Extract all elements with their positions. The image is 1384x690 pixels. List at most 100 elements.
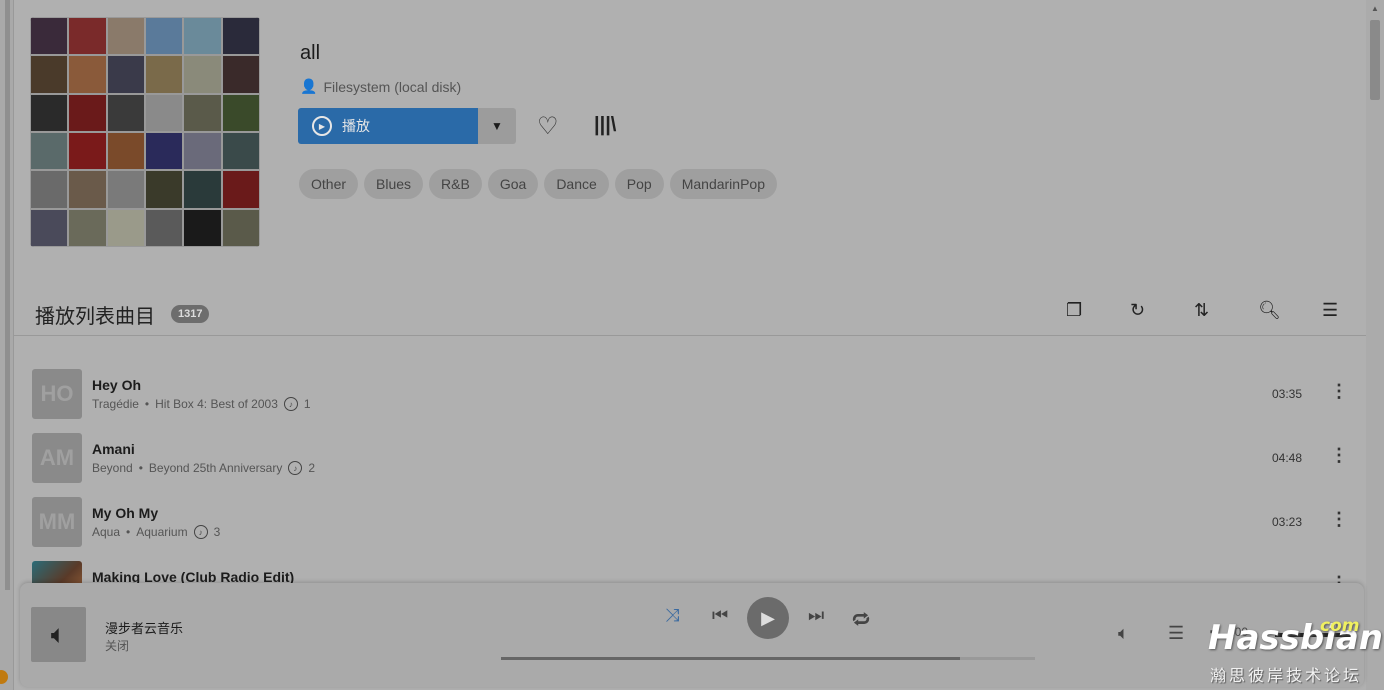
provider-label: Filesystem (local disk) [323, 78, 462, 95]
genre-chip[interactable]: MandarinPop [669, 169, 777, 199]
more-options-icon[interactable]: ⋮ [1330, 509, 1348, 530]
sort-icon[interactable]: ⇅ [1194, 300, 1258, 321]
notification-dot[interactable] [0, 670, 8, 684]
album-art-tile [221, 170, 260, 209]
album-art-tile [106, 93, 145, 132]
genre-chip[interactable]: Pop [614, 169, 664, 199]
album-art-tile [183, 55, 222, 94]
provider-icon: 👤 [300, 78, 318, 94]
left-scrollbar[interactable] [5, 0, 10, 590]
track-title: Hey Oh [92, 377, 142, 393]
genre-chip[interactable]: Goa [487, 169, 539, 199]
player-bar: 🔈︎ 漫步者云音乐 关闭 ⤨ ⏮︎ ▶ ⏭︎ 🔁︎ 🔈︎ ☰ 🔉︎ 100 [20, 583, 1364, 687]
track-title: Amani [92, 441, 135, 457]
player-name[interactable]: 漫步者云音乐 [105, 618, 183, 637]
album-art-tile [144, 17, 184, 56]
genre-chip[interactable]: Dance [544, 169, 609, 199]
track-row[interactable]: MM My Oh My Aqua • Aquarium ♪ 3 03:23 ⋮ [32, 497, 1352, 547]
list-toolbar: ❐ ↻ ⇅ 🔍︎ ☰ [1066, 300, 1384, 321]
list-view-icon[interactable]: ☰ [1322, 300, 1384, 321]
play-label: 播放 [342, 118, 370, 134]
album-art-tile [30, 55, 69, 94]
album-art-tile [221, 93, 260, 132]
track-artist: Tragédie [92, 397, 139, 411]
player-state: 关闭 [105, 639, 130, 653]
album-art-tile [183, 170, 222, 209]
album-art-tile [68, 55, 107, 94]
track-row[interactable]: AM Amani Beyond • Beyond 25th Anniversary ♪ 2… [32, 433, 1352, 483]
speaker-icon[interactable]: 🔈︎ [1118, 623, 1129, 644]
shuffle-icon[interactable]: ⤨ [665, 605, 679, 626]
play-options-dropdown[interactable]: ▼ [478, 108, 516, 144]
refresh-icon[interactable]: ↻ [1130, 300, 1194, 321]
play-button[interactable]: ▶ 播放 [298, 108, 478, 144]
track-subtitle: Tragédie • Hit Box 4: Best of 2003 ♪ 1 [92, 397, 311, 411]
speaker-thumb-icon: 🔈︎ [31, 607, 86, 662]
track-number: 2 [308, 461, 316, 475]
play-circle-icon: ▶ [312, 116, 332, 136]
genre-chip[interactable]: Other [299, 169, 359, 199]
album-art-tile [144, 93, 184, 132]
music-note-icon: ♪ [283, 397, 298, 411]
track-number: 3 [213, 525, 221, 539]
album-art-tile [183, 208, 222, 247]
genre-chips: Other Blues R&B Goa Dance Pop MandarinPop [299, 169, 777, 199]
genre-chip[interactable]: Blues [364, 169, 424, 199]
genre-chip[interactable]: R&B [429, 169, 482, 199]
album-art-tile [30, 93, 69, 132]
library-icon[interactable]: |||\ [594, 114, 616, 137]
select-icon[interactable]: ❐ [1066, 300, 1130, 321]
track-duration: 04:48 [1272, 451, 1303, 465]
watermark-tld: com [1320, 616, 1360, 636]
previous-icon[interactable]: ⏮︎ [712, 605, 728, 626]
album-art-tile [68, 131, 107, 171]
separator: • [126, 525, 131, 539]
divider [14, 335, 1366, 336]
separator: • [138, 461, 143, 475]
left-sidebar-edge [0, 0, 14, 690]
track-artist: Beyond [92, 461, 133, 475]
favorite-heart-icon[interactable]: ♡ [537, 112, 559, 141]
album-art-tile [221, 17, 260, 56]
track-subtitle: Aqua • Aquarium ♪ 3 [92, 525, 220, 539]
progress-bar[interactable] [501, 657, 1035, 660]
track-thumbnail: MM [32, 497, 82, 547]
watermark-logo: Hassbian com [1208, 616, 1383, 658]
page-scrollbar[interactable]: ▲ [1366, 0, 1384, 690]
album-art-tile [144, 131, 184, 171]
track-duration: 03:35 [1272, 387, 1303, 401]
album-art-tile [183, 17, 222, 56]
track-album: Aquarium [136, 525, 188, 539]
progress-fill [501, 657, 961, 660]
track-thumbnail: AM [32, 433, 82, 483]
album-art-tile [68, 17, 107, 56]
queue-icon[interactable]: ☰ [1168, 623, 1184, 644]
album-art-tile [68, 170, 107, 209]
more-options-icon[interactable]: ⋮ [1330, 445, 1348, 466]
album-art-tile [144, 55, 184, 94]
album-art-tile [221, 131, 260, 171]
album-art-tile [30, 131, 69, 171]
caret-down-icon: ▼ [491, 119, 503, 133]
search-icon[interactable]: 🔍︎ [1258, 300, 1322, 321]
next-icon[interactable]: ⏭︎ [808, 605, 824, 626]
more-options-icon[interactable]: ⋮ [1330, 381, 1348, 402]
track-album: Beyond 25th Anniversary [148, 461, 283, 475]
play-icon: ▶ [761, 607, 775, 628]
section-title: 播放列表曲目 [35, 306, 155, 328]
scrollbar-thumb[interactable] [1370, 20, 1380, 100]
album-art-tile [106, 17, 145, 56]
scroll-up-icon[interactable]: ▲ [1371, 4, 1379, 13]
album-art-tile [106, 208, 145, 247]
album-art-tile [68, 208, 107, 247]
separator: • [144, 397, 150, 411]
watermark-subtitle: 瀚思彼岸技术论坛 [1210, 668, 1363, 685]
album-art-tile [221, 208, 260, 247]
track-count-badge: 1317 [171, 305, 210, 323]
play-pause-button[interactable]: ▶ [747, 597, 789, 639]
track-row[interactable]: HO Hey Oh Tragédie • Hit Box 4: Best of 200… [32, 369, 1352, 419]
music-note-icon: ♪ [288, 461, 303, 475]
repeat-icon[interactable]: 🔁︎ [852, 605, 870, 632]
track-duration: 03:23 [1272, 515, 1303, 529]
album-art-tile [106, 55, 145, 94]
